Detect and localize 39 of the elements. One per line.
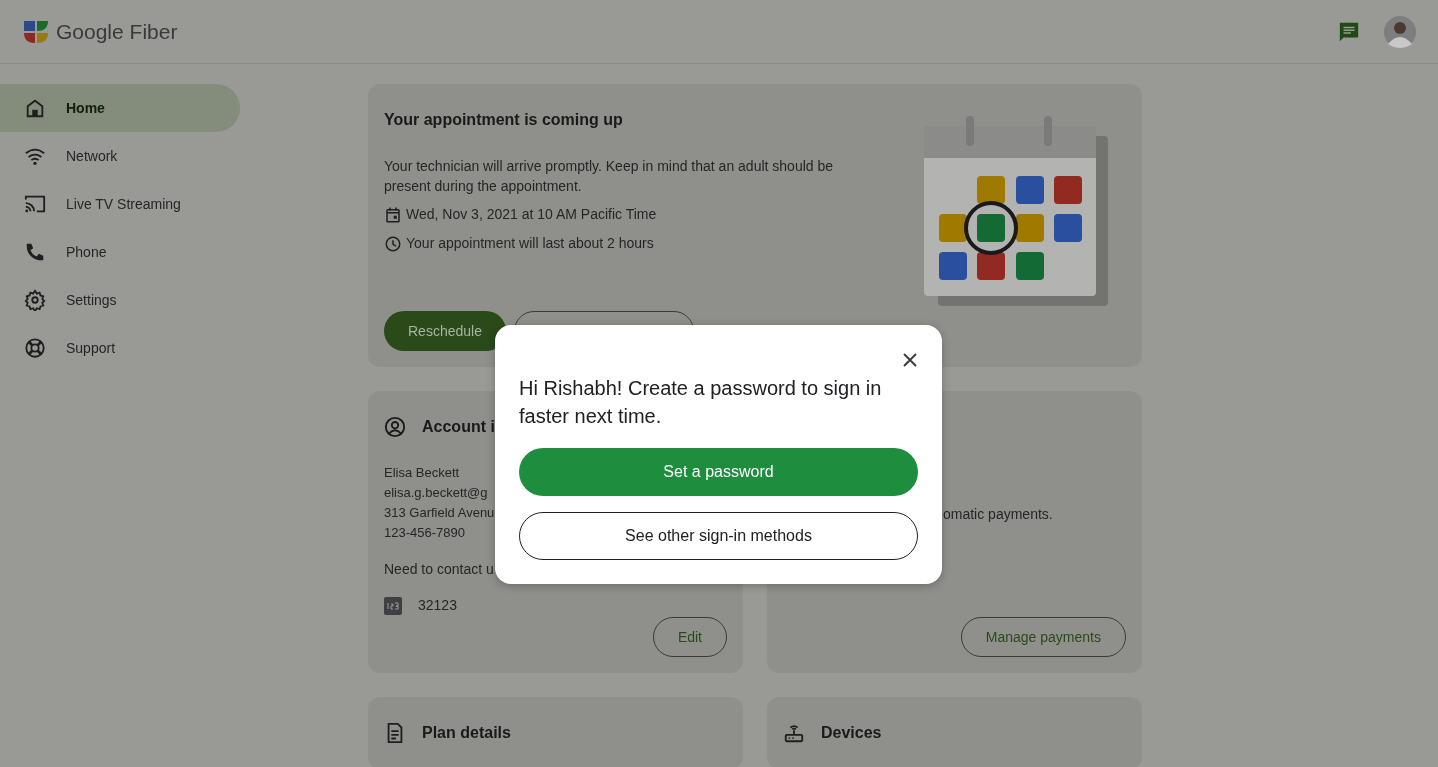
pin-number: 32123	[418, 596, 457, 615]
calendar-icon	[384, 205, 402, 224]
nav-item[interactable]: Support	[0, 324, 240, 372]
home-icon	[24, 97, 46, 119]
clock-icon	[384, 234, 402, 253]
duration-text: Your appointment will last about 2 hours	[406, 234, 654, 253]
phone-icon	[24, 241, 46, 263]
account-detail: Elisa Beckett	[384, 464, 460, 482]
account-detail: 313 Garfield Avenu	[384, 504, 495, 522]
logo-icon	[24, 19, 48, 44]
description: Your technician will arrive promptly. Keep in mind that an adult should be present during the appointment.	[384, 157, 835, 196]
date-text: Wed, Nov 3, 2021 at 10 AM Pacific Time	[406, 205, 657, 224]
avatar[interactable]	[1384, 15, 1416, 48]
nav-item[interactable]: Phone	[0, 228, 240, 276]
card-title: Your appointment is coming up	[384, 110, 624, 130]
router-icon	[783, 722, 805, 744]
sign-in-methods-button[interactable]: See other sign-in methods	[519, 512, 918, 560]
close-icon[interactable]	[902, 352, 918, 369]
contact-text: Need to contact u	[384, 560, 495, 579]
nav-item[interactable]: Live TV Streaming	[0, 180, 240, 228]
nav-item[interactable]: Home	[0, 84, 240, 132]
card-title: Plan details	[422, 723, 511, 743]
support-icon	[24, 337, 46, 359]
set-password-button[interactable]: Set a password	[519, 448, 918, 496]
card-title: Account i	[422, 417, 495, 437]
settings-icon	[24, 289, 46, 311]
nav-item[interactable]: Settings	[0, 276, 240, 324]
card-title: Devices	[821, 723, 882, 743]
chat-icon[interactable]	[1338, 20, 1360, 43]
reschedule-button[interactable]: Reschedule	[384, 311, 506, 351]
account-icon	[384, 416, 406, 438]
account-detail: 123-456-7890	[384, 524, 465, 542]
payments-text: omatic payments.	[943, 505, 1054, 524]
nav-item[interactable]: Network	[0, 132, 240, 180]
dialog-message: Hi Rishabh! Create a password to sign in faster next time.	[519, 376, 883, 429]
pin-icon	[384, 596, 402, 615]
cast-icon	[24, 193, 46, 215]
account-detail: elisa.g.beckett@g	[384, 484, 488, 502]
brand-name: Google Fiber	[56, 18, 178, 45]
